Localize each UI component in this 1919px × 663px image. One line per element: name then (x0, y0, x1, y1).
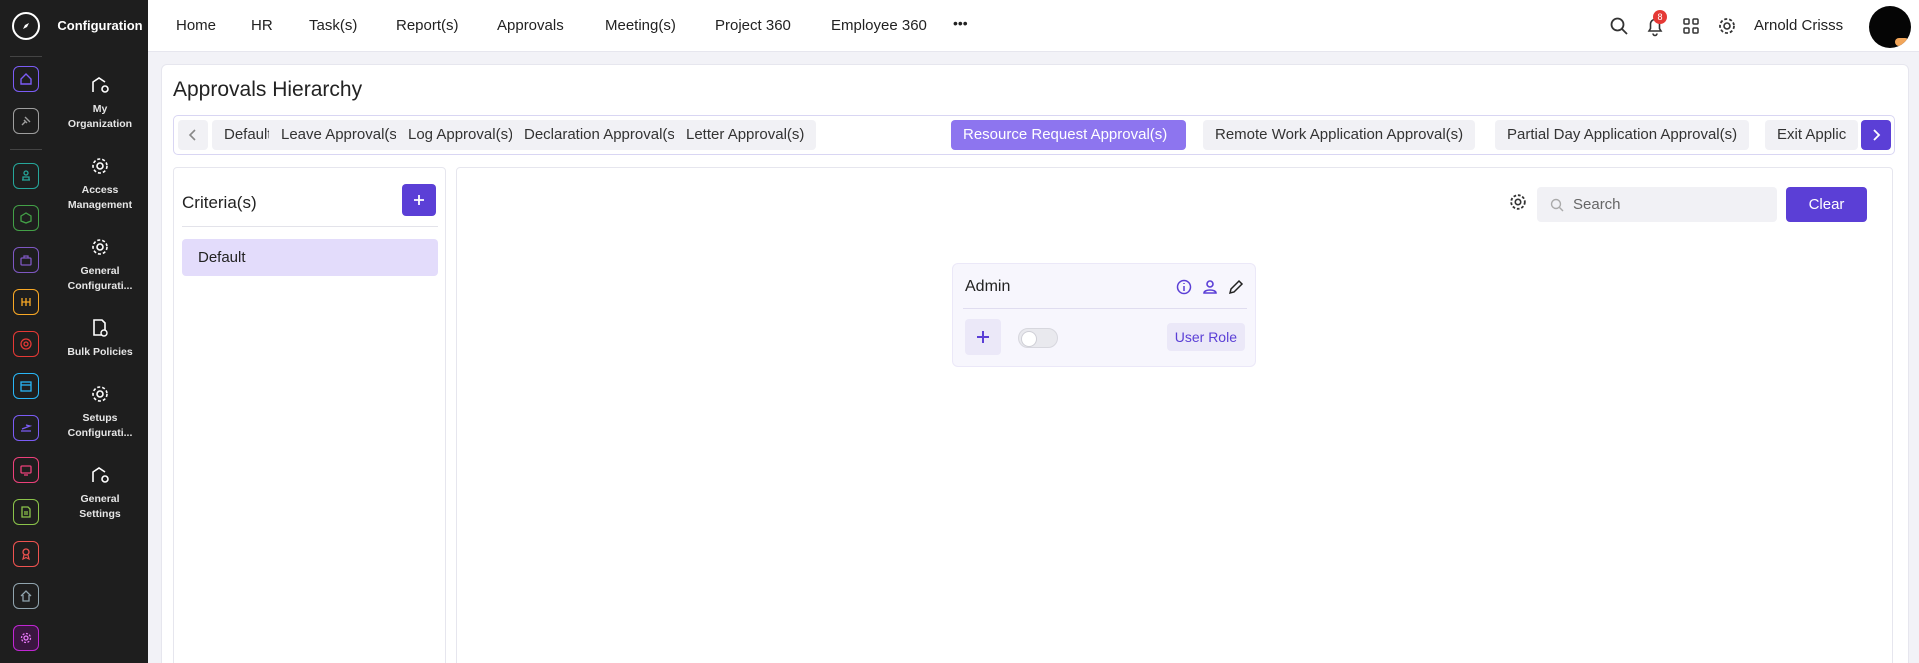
app-rail (0, 0, 52, 663)
config-item-label: Organization (67, 118, 133, 130)
search-input[interactable] (1573, 187, 1769, 222)
info-icon[interactable] (1175, 278, 1193, 296)
tab-resource-request-approvals[interactable]: Resource Request Approval(s) (951, 120, 1186, 150)
criteria-title: Criteria(s) (182, 193, 257, 212)
user-role-chip[interactable]: User Role (1166, 323, 1245, 351)
plus-icon (414, 195, 424, 205)
nav-reports[interactable]: Report(s) (396, 17, 459, 34)
tab-prev-button[interactable] (178, 120, 208, 150)
settings-icon[interactable] (13, 625, 39, 651)
config-item-access-management[interactable]: Access Management (52, 155, 148, 213)
config-item-my-organization[interactable]: My Organization (52, 74, 148, 132)
search-box[interactable] (1537, 187, 1777, 222)
config-item-label: General (80, 493, 120, 505)
config-item-label: Setups (82, 412, 118, 424)
hierarchy-canvas (456, 167, 1893, 663)
avatar[interactable] (1869, 6, 1911, 48)
rail-divider (10, 56, 42, 57)
document-icon[interactable] (13, 499, 39, 525)
tab-letter-approvals[interactable]: Letter Approval(s) (674, 120, 817, 150)
compass-logo-icon[interactable] (12, 12, 40, 40)
tab-log-approvals[interactable]: Log Approval(s) (396, 120, 526, 150)
plus-icon (977, 331, 989, 343)
gear-icon (92, 239, 108, 255)
add-criteria-button[interactable] (402, 184, 436, 216)
clear-button[interactable]: Clear (1786, 187, 1867, 222)
gear-icon (92, 386, 108, 402)
search-icon[interactable] (1608, 15, 1630, 37)
archive-icon[interactable] (13, 373, 39, 399)
tab-exit-applications[interactable]: Exit Applic (1765, 120, 1859, 150)
user-icon[interactable] (1201, 278, 1219, 296)
nav-meetings[interactable]: Meeting(s) (605, 17, 676, 34)
plane-icon[interactable] (13, 415, 39, 441)
node-toggle[interactable] (1018, 328, 1058, 348)
user-name[interactable]: Arnold Crisss (1754, 17, 1843, 34)
config-item-label: Configurati... (67, 280, 133, 292)
approval-tabs: Default Leave Approval(s) Log Approval(s… (173, 115, 1895, 155)
config-item-general-configuration[interactable]: General Configurati... (52, 236, 148, 294)
tab-leave-approvals[interactable]: Leave Approval(s) (269, 120, 414, 150)
target-icon[interactable] (13, 331, 39, 357)
monitor-icon[interactable] (13, 457, 39, 483)
pencil-icon[interactable] (1227, 278, 1245, 296)
document-gear-icon (93, 319, 108, 337)
config-item-label: Bulk Policies (67, 346, 133, 358)
config-item-label: Configurati... (67, 427, 133, 439)
config-item-label: Settings (79, 508, 121, 520)
config-item-setups-configuration[interactable]: Setups Configurati... (52, 383, 148, 441)
config-item-label: Access (81, 184, 119, 196)
org-chart-icon[interactable] (13, 163, 39, 189)
config-item-label: General (80, 265, 120, 277)
chevron-left-icon (188, 129, 196, 141)
nav-project-360[interactable]: Project 360 (715, 17, 791, 34)
more-menu-icon[interactable]: ••• (953, 15, 968, 31)
config-item-general-settings[interactable]: General Settings (52, 464, 148, 522)
gear-building-icon (92, 77, 109, 93)
pin-icon[interactable] (13, 108, 39, 134)
apps-grid-icon[interactable] (1680, 15, 1702, 37)
node-title: Admin (965, 278, 1011, 295)
config-sidebar: Configuration My Organization Access Man… (52, 0, 148, 663)
tab-partial-day-approvals[interactable]: Partial Day Application Approval(s) (1495, 120, 1750, 150)
config-item-label: My (92, 103, 108, 115)
nav-tasks[interactable]: Task(s) (309, 17, 357, 34)
tab-next-button[interactable] (1861, 120, 1891, 150)
gear-icon (92, 158, 108, 174)
nav-home[interactable]: Home (176, 17, 216, 34)
rail-divider (10, 149, 42, 150)
gear-icon[interactable] (1716, 15, 1738, 37)
nav-employee-360[interactable]: Employee 360 (831, 17, 927, 34)
gear-icon[interactable] (1508, 192, 1528, 212)
page-title: Approvals Hierarchy (173, 78, 363, 101)
config-item-bulk-policies[interactable]: Bulk Policies (52, 317, 148, 360)
criteria-panel: Criteria(s) Default (173, 167, 446, 663)
config-title: Configuration (57, 18, 143, 33)
nav-hr[interactable]: HR (251, 17, 273, 34)
gear-building-icon (92, 467, 109, 483)
hand-money-icon[interactable] (13, 289, 39, 315)
hierarchy-node-card: Admin User Role (952, 263, 1256, 367)
tab-remote-work-approvals[interactable]: Remote Work Application Approval(s) (1203, 120, 1476, 150)
home-icon[interactable] (13, 66, 39, 92)
criteria-item-default[interactable]: Default (182, 239, 438, 276)
notification-badge: 8 (1653, 10, 1667, 24)
divider (963, 308, 1247, 309)
node-actions (1175, 278, 1245, 296)
divider (182, 226, 438, 227)
search-icon (1550, 198, 1564, 212)
box-icon[interactable] (13, 205, 39, 231)
award-icon[interactable] (13, 541, 39, 567)
briefcase-icon[interactable] (13, 247, 39, 273)
house-icon[interactable] (13, 583, 39, 609)
tab-declaration-approvals[interactable]: Declaration Approval(s) (512, 120, 692, 150)
nav-approvals[interactable]: Approvals (497, 17, 564, 34)
add-child-button[interactable] (965, 319, 1001, 355)
chevron-right-icon (1873, 129, 1881, 141)
config-item-label: Management (67, 199, 133, 211)
